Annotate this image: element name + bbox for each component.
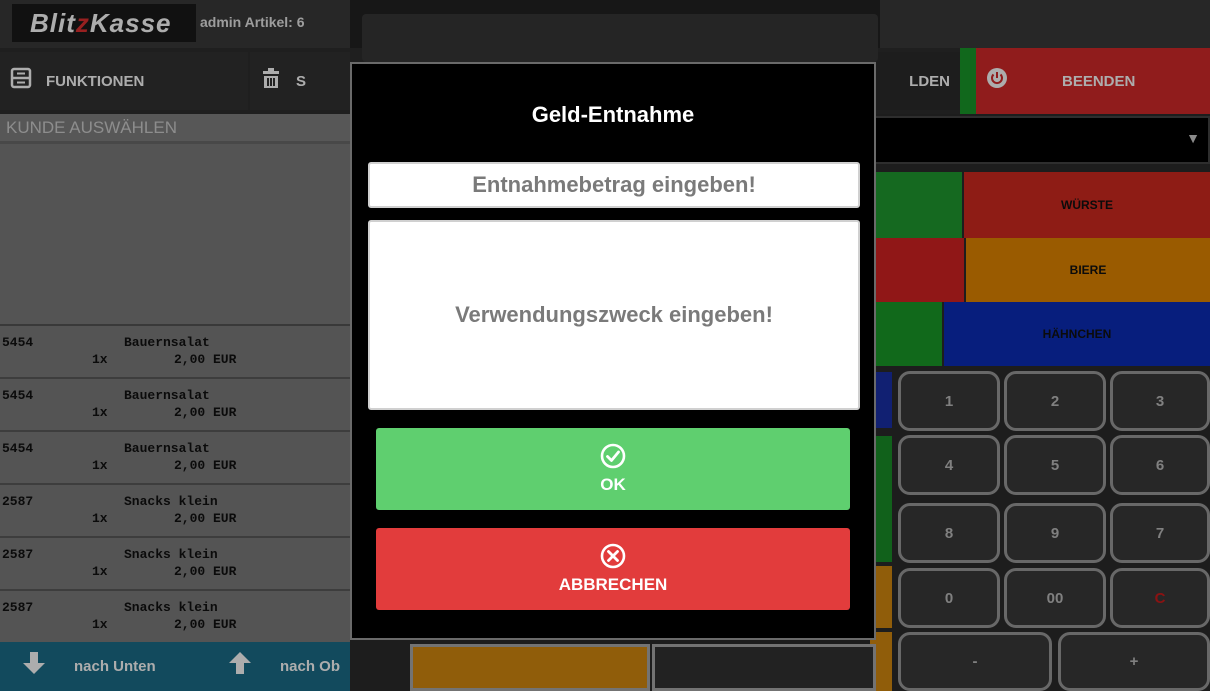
pos-app: BlitzKasse admin Artikel: 6 FUNKTIONEN S…	[0, 0, 1210, 691]
purpose-input[interactable]: Verwendungszweck eingeben!	[368, 220, 860, 410]
cancel-label: ABBRECHEN	[558, 575, 668, 594]
cash-withdrawal-dialog: Geld-Entnahme Entnahmebetrag eingeben! V…	[350, 62, 876, 640]
purpose-placeholder: Verwendungszweck eingeben!	[455, 302, 773, 327]
ok-button[interactable]: OK	[376, 428, 850, 510]
close-circle-icon	[600, 543, 626, 569]
dialog-title: Geld-Entnahme	[531, 102, 695, 127]
check-circle-icon	[600, 443, 626, 469]
ok-label: OK	[600, 475, 626, 494]
amount-input[interactable]: Entnahmebetrag eingeben!	[368, 162, 860, 208]
cancel-button[interactable]: ABBRECHEN	[376, 528, 850, 610]
background-function-panel	[362, 14, 878, 62]
